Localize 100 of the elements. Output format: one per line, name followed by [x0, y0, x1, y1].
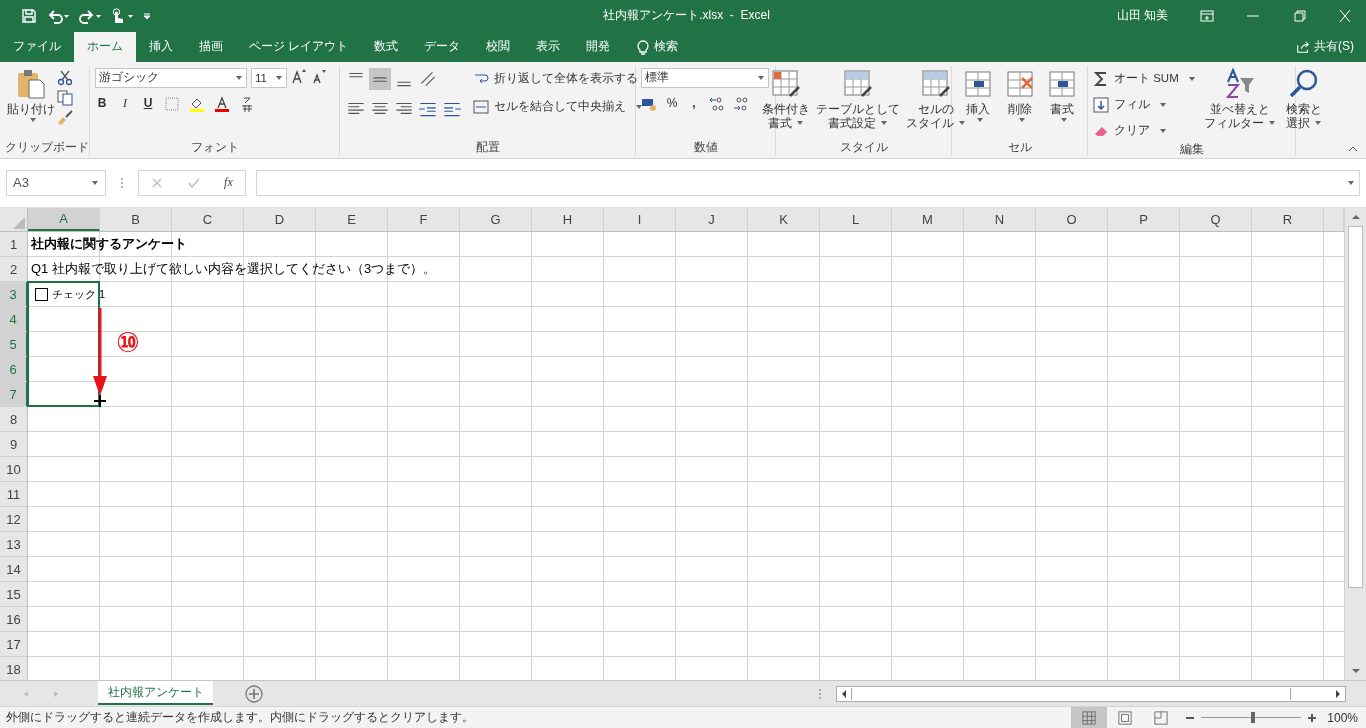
column-header[interactable]: O	[1036, 208, 1108, 232]
column-header[interactable]: C	[172, 208, 244, 232]
font-color-icon[interactable]	[214, 95, 230, 112]
zoom-in-icon[interactable]	[1307, 712, 1318, 723]
ribbon-tab[interactable]: 校閲	[473, 31, 524, 62]
ribbon-tab[interactable]: データ	[411, 31, 474, 62]
autosum-button[interactable]: オート SUM	[1093, 67, 1196, 90]
clear-button[interactable]: クリア	[1093, 119, 1196, 142]
column-header[interactable]: J	[676, 208, 748, 232]
add-sheet-icon[interactable]	[245, 684, 263, 703]
zoom-thumb[interactable]	[1251, 712, 1256, 723]
column-header[interactable]: H	[532, 208, 604, 232]
ribbon-tab[interactable]: 挿入	[136, 31, 186, 62]
ribbon-tab[interactable]: ファイル	[0, 31, 74, 62]
column-header[interactable]: N	[964, 208, 1036, 232]
row-header[interactable]: 15	[0, 582, 28, 608]
phonetic-icon[interactable]	[239, 95, 255, 112]
brush-icon[interactable]	[57, 109, 73, 126]
collapse-ribbon-icon[interactable]	[1348, 145, 1358, 152]
ribbon-tab[interactable]: 数式	[361, 31, 412, 62]
share-button[interactable]: 共有(S)	[1283, 31, 1366, 62]
row-header[interactable]: 5	[0, 332, 28, 358]
font-name-field[interactable]: 游ゴシック	[95, 67, 247, 88]
save-icon[interactable]	[21, 7, 37, 24]
column-header[interactable]: L	[820, 208, 892, 232]
column-header[interactable]: D	[244, 208, 316, 232]
cells-button[interactable]: 削除	[1001, 67, 1038, 124]
sort-filter-button[interactable]: 並べ替えと フィルター	[1201, 67, 1278, 130]
column-header[interactable]: I	[604, 208, 676, 232]
row-header[interactable]: 3	[0, 282, 28, 308]
tell-me-button[interactable]: 検索	[623, 31, 692, 62]
scissors-icon[interactable]	[57, 69, 73, 86]
horizontal-scrollbar[interactable]	[836, 685, 1346, 702]
row-header[interactable]: 17	[0, 632, 28, 658]
column-header[interactable]: Q	[1180, 208, 1252, 232]
italic-button[interactable]: I	[118, 95, 132, 111]
find-select-button[interactable]: 検索と 選択	[1283, 67, 1324, 130]
ribbon-tab[interactable]: ホーム	[74, 31, 136, 62]
row-header[interactable]: 11	[0, 482, 28, 508]
redo-icon[interactable]	[79, 7, 101, 24]
column-header[interactable]: B	[100, 208, 172, 232]
name-box[interactable]: A3	[6, 169, 106, 196]
font-size-field[interactable]: 11	[251, 67, 287, 88]
checkbox-control[interactable]: チェック 1	[31, 286, 106, 302]
wrap-text-button[interactable]: 折り返して全体を表示する	[473, 67, 643, 90]
column-header[interactable]: E	[316, 208, 388, 232]
row-header[interactable]: 14	[0, 557, 28, 583]
increase-decimal-icon[interactable]	[709, 95, 725, 112]
column-header[interactable]: P	[1108, 208, 1180, 232]
row-header[interactable]: 10	[0, 457, 28, 483]
row-header[interactable]: 16	[0, 607, 28, 633]
shrink-font-icon[interactable]	[311, 67, 327, 84]
ribbon-tab[interactable]: 開発	[573, 31, 624, 62]
row-header[interactable]: 12	[0, 507, 28, 533]
cells-button[interactable]: 書式	[1043, 67, 1080, 124]
underline-button[interactable]: U	[141, 95, 155, 110]
percent-button[interactable]: %	[665, 95, 679, 110]
customize-icon[interactable]	[143, 11, 151, 20]
row-header[interactable]: 18	[0, 657, 28, 681]
row-header[interactable]: 2	[0, 257, 28, 283]
column-header[interactable]: K	[748, 208, 820, 232]
column-header[interactable]: G	[460, 208, 532, 232]
column-header[interactable]: A	[28, 208, 100, 232]
number-format-field[interactable]: 標準	[641, 67, 769, 88]
ribbon-display-icon[interactable]	[1200, 9, 1214, 22]
comma-button[interactable]: ,	[687, 95, 701, 110]
checkbox[interactable]	[35, 287, 48, 301]
copy-icon[interactable]	[57, 89, 73, 106]
close-icon[interactable]	[1338, 9, 1352, 22]
cells-button[interactable]: 挿入	[959, 67, 996, 124]
scroll-thumb[interactable]	[1348, 226, 1363, 589]
decrease-decimal-icon[interactable]	[733, 95, 749, 112]
undo-icon[interactable]	[47, 7, 69, 24]
row-header[interactable]: 9	[0, 432, 28, 458]
restore-icon[interactable]	[1292, 9, 1306, 22]
ribbon-tab[interactable]: 表示	[523, 31, 574, 62]
vertical-align-icon[interactable]	[369, 67, 391, 90]
bold-button[interactable]: B	[95, 95, 109, 110]
ribbon-tab[interactable]: 描画	[186, 31, 236, 62]
grow-font-icon[interactable]	[291, 67, 307, 84]
row-header[interactable]: 1	[0, 232, 28, 258]
row-header[interactable]: 8	[0, 407, 28, 433]
style-button[interactable]: テーブルとして 書式設定	[813, 67, 902, 130]
fill-button[interactable]: フィル	[1093, 93, 1196, 116]
row-header[interactable]: 4	[0, 307, 28, 333]
column-header[interactable]: R	[1252, 208, 1324, 232]
view-button[interactable]	[1071, 707, 1108, 728]
formula-input[interactable]	[256, 169, 1360, 196]
paste-button[interactable]: 貼り付け	[5, 67, 57, 124]
column-header[interactable]: M	[892, 208, 964, 232]
zoom-level[interactable]: 100%	[1323, 710, 1366, 725]
ribbon-tab[interactable]: ページ レイアウト	[236, 31, 362, 62]
insert-function-button[interactable]: fx	[224, 175, 233, 191]
check-icon[interactable]	[187, 176, 200, 189]
touch-icon[interactable]	[111, 7, 133, 24]
column-header[interactable]: F	[388, 208, 460, 232]
row-header[interactable]: 6	[0, 357, 28, 383]
merge-button[interactable]: セルを結合して中央揃え	[473, 95, 643, 118]
sheet-tab[interactable]: 社内報アンケート	[98, 681, 213, 706]
row-header[interactable]: 13	[0, 532, 28, 558]
